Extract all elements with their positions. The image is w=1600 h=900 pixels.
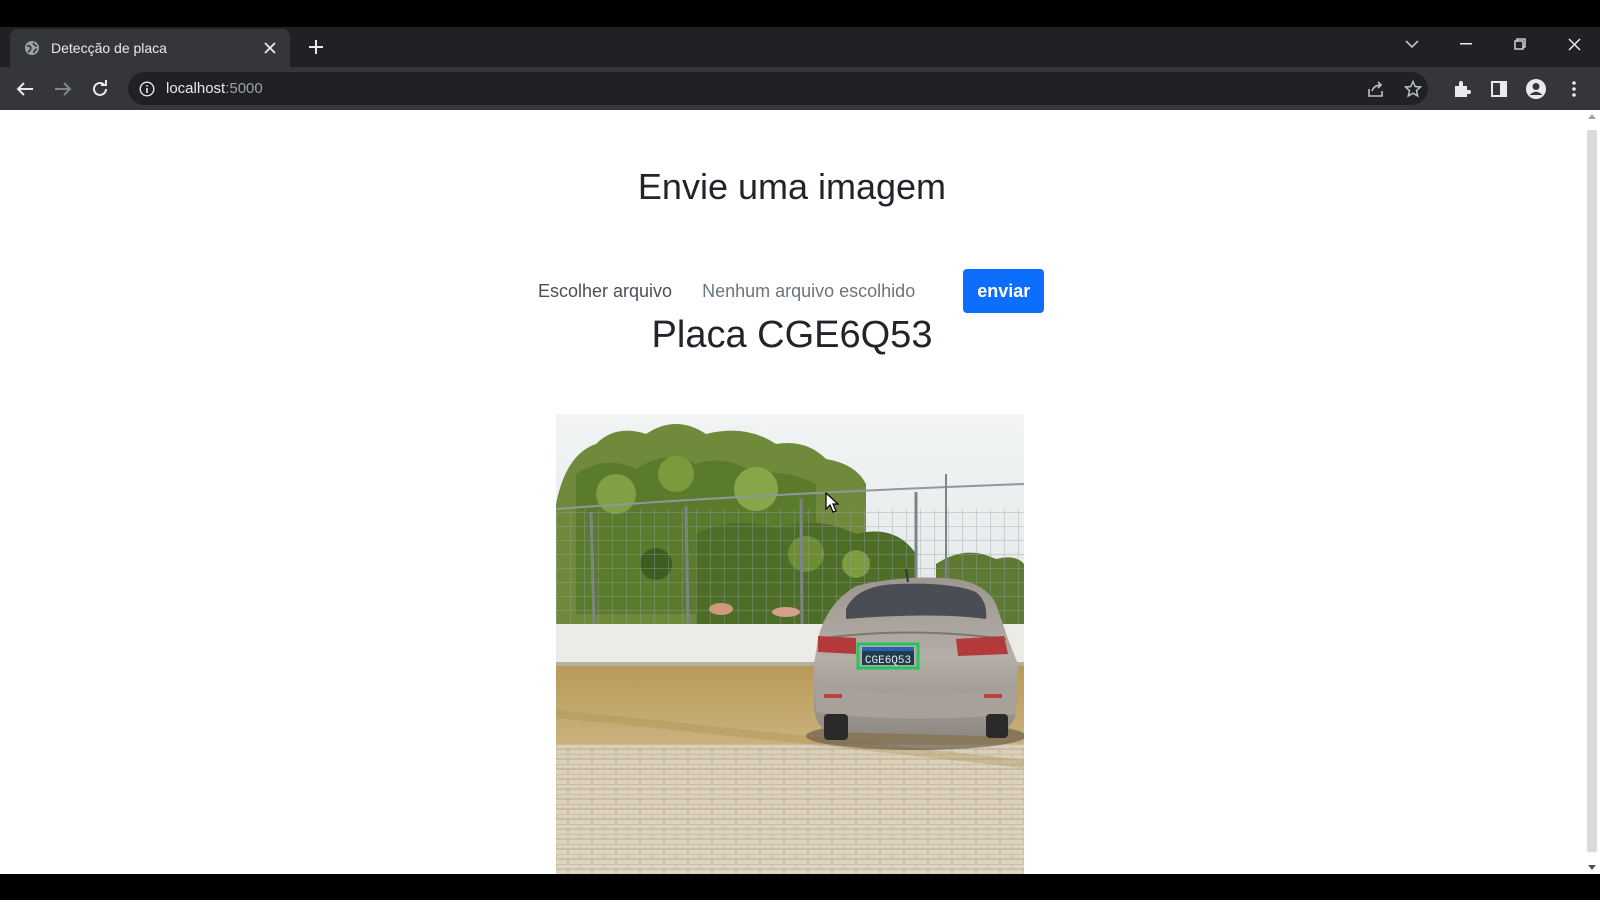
browser-toolbar: localhost:5000 <box>0 67 1600 110</box>
choose-file-button[interactable]: Escolher arquivo <box>538 281 672 302</box>
screen-bottom-border <box>0 874 1600 900</box>
url-host: localhost <box>166 80 226 97</box>
scroll-down-arrow-icon[interactable] <box>1588 865 1596 870</box>
tab-search-icon[interactable] <box>1392 27 1432 61</box>
detection-result-image: CGE6Q53 <box>556 414 1024 874</box>
mouse-cursor-icon <box>825 491 840 519</box>
browser-tab[interactable]: Detecção de placa <box>10 29 290 67</box>
file-name-status: Nenhum arquivo escolhido <box>702 280 916 301</box>
globe-icon <box>24 40 40 56</box>
page-title: Envie uma imagem <box>637 166 947 207</box>
share-icon[interactable] <box>1366 79 1386 99</box>
url-text: localhost:5000 <box>166 80 263 97</box>
upload-form: Escolher arquivo Nenhum arquivo escolhid… <box>538 269 1045 313</box>
tab-strip: Detecção de placa <box>0 27 1600 67</box>
page-viewport: Envie uma imagem Escolher arquivo Nenhum… <box>0 110 1600 874</box>
side-panel-icon[interactable] <box>1487 77 1511 101</box>
site-info-icon[interactable] <box>138 80 156 98</box>
scroll-up-arrow-icon[interactable] <box>1588 114 1596 119</box>
menu-kebab-icon[interactable] <box>1562 77 1586 101</box>
submit-button[interactable]: enviar <box>963 269 1045 313</box>
close-window-icon[interactable] <box>1554 27 1594 61</box>
scrollbar-thumb[interactable] <box>1587 130 1597 852</box>
profile-avatar-icon[interactable] <box>1524 77 1548 101</box>
address-bar[interactable]: localhost:5000 <box>128 72 1428 105</box>
new-tab-button[interactable] <box>304 35 328 59</box>
restore-icon[interactable] <box>1500 27 1540 61</box>
plate-text: CGE6Q53 <box>865 655 911 667</box>
reload-icon[interactable] <box>87 76 113 102</box>
bookmark-star-icon[interactable] <box>1403 79 1423 99</box>
extensions-icon[interactable] <box>1450 77 1474 101</box>
back-arrow-icon[interactable] <box>12 76 38 102</box>
url-port: :5000 <box>225 80 263 97</box>
minimize-icon[interactable] <box>1446 27 1486 61</box>
result-plate-heading: Placa CGE6Q53 <box>651 314 933 356</box>
forward-arrow-icon[interactable] <box>50 76 76 102</box>
screen-top-border <box>0 0 1600 27</box>
close-tab-icon[interactable] <box>260 38 280 58</box>
tab-title: Detecção de placa <box>51 40 167 56</box>
vertical-scrollbar[interactable] <box>1584 110 1600 874</box>
